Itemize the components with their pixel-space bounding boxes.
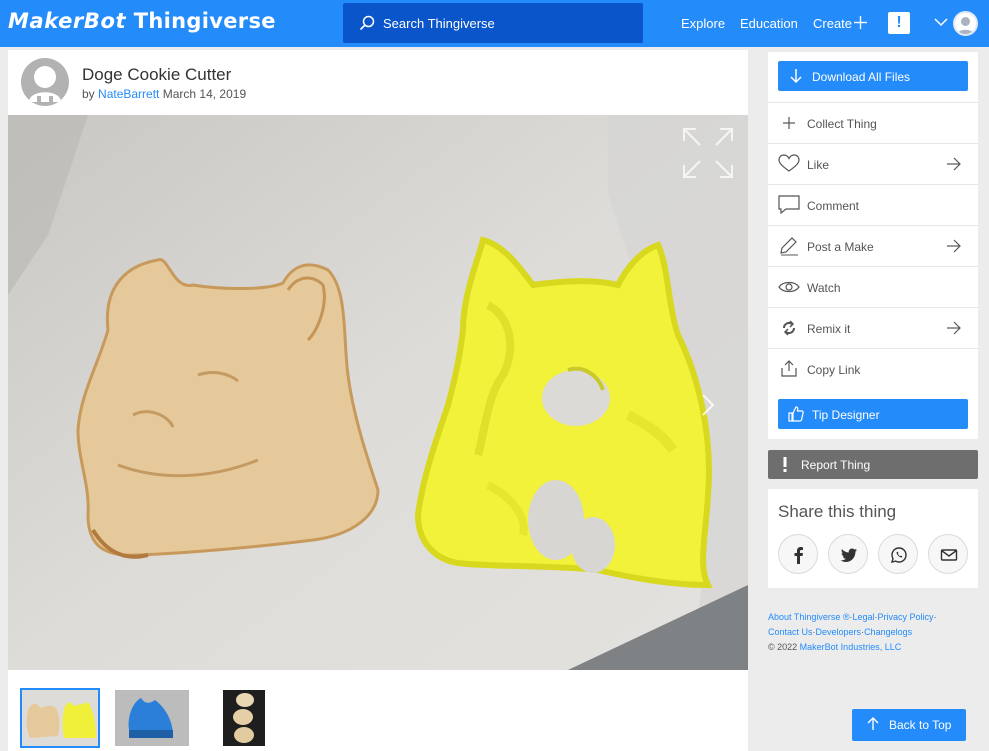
eye-icon (778, 281, 800, 293)
footer-developers-link[interactable]: Developers (816, 627, 862, 637)
thing-title: Doge Cookie Cutter (82, 65, 232, 84)
copy-link-button[interactable]: Copy Link (768, 348, 978, 389)
pencil-icon (780, 237, 798, 256)
footer-contact-link[interactable]: Contact Us (768, 627, 813, 637)
exclamation-icon (783, 457, 787, 472)
email-icon (940, 549, 958, 561)
tip-designer-button[interactable]: Tip Designer (778, 399, 968, 429)
share-panel: Share this thing (768, 489, 978, 588)
main-photo[interactable] (8, 115, 748, 670)
search-bar[interactable]: Search Thingiverse (343, 3, 643, 43)
facebook-icon (794, 547, 803, 564)
default-avatar-icon (29, 66, 61, 106)
search-placeholder: Search Thingiverse (383, 16, 495, 31)
user-avatar[interactable] (953, 11, 978, 36)
thumbnail-image (115, 690, 189, 746)
thumbnail-blue-cutter[interactable] (115, 690, 189, 746)
post-a-make-button[interactable]: Post a Make (768, 225, 978, 266)
thumbnail-image (223, 690, 265, 746)
share-whatsapp-button[interactable] (878, 534, 918, 574)
share-facebook-button[interactable] (778, 534, 818, 574)
share-email-button[interactable] (928, 534, 968, 574)
footer-legal-link[interactable]: Legal (853, 612, 875, 622)
thing-main-panel: Doge Cookie Cutter by NateBarrett March … (8, 50, 748, 751)
comment-button[interactable]: Comment (768, 184, 978, 225)
thumbnail-cookie-and-cutter[interactable] (20, 688, 100, 748)
watch-button[interactable]: Watch (768, 266, 978, 307)
nav-education[interactable]: Education (740, 16, 798, 31)
thing-header: Doge Cookie Cutter by NateBarrett March … (8, 50, 748, 115)
heart-icon (778, 154, 800, 172)
thumbnail-cookies-stack[interactable] (223, 690, 265, 746)
user-avatar-icon (957, 17, 974, 34)
remix-it-button[interactable]: Remix it (768, 307, 978, 348)
like-button[interactable]: Like (768, 143, 978, 184)
footer-company-link[interactable]: MakerBot Industries, LLC (800, 642, 902, 652)
share-twitter-button[interactable] (828, 534, 868, 574)
footer-links: About Thingiverse ®·Legal·Privacy Policy… (768, 612, 937, 652)
footer-copyright: © 2022 (768, 642, 798, 652)
report-thing-button[interactable]: Report Thing (768, 450, 978, 479)
download-arrow-icon (790, 69, 802, 84)
thing-actions-panel: Download All Files Collect Thing Like Co… (768, 52, 978, 439)
arrow-right-icon (947, 157, 961, 171)
download-all-files-button[interactable]: Download All Files (778, 61, 968, 91)
author-link[interactable]: NateBarrett (98, 87, 159, 101)
next-image-arrow-icon[interactable] (701, 393, 715, 417)
plus-icon[interactable] (853, 15, 868, 30)
nav-create[interactable]: Create (813, 16, 852, 31)
thumbs-up-icon (788, 406, 804, 422)
whatsapp-icon (890, 547, 907, 563)
author-avatar[interactable] (21, 58, 69, 106)
chevron-down-icon[interactable] (934, 17, 948, 27)
twitter-icon (840, 548, 857, 562)
fullscreen-expand-icon[interactable] (682, 127, 734, 179)
top-navbar: MakerBot Thingiverse Search Thingiverse … (0, 0, 989, 47)
cookie-photo-image (8, 115, 748, 670)
back-to-top-button[interactable]: Back to Top (852, 709, 966, 741)
footer-privacy-link[interactable]: Privacy Policy (878, 612, 934, 622)
share-title: Share this thing (778, 502, 897, 521)
remix-icon (783, 320, 795, 336)
arrow-up-icon (867, 717, 879, 730)
publish-date: March 14, 2019 (162, 87, 247, 101)
notification-alert-button[interactable]: ! (888, 12, 910, 34)
thumbnail-image (22, 690, 98, 746)
comment-bubble-icon (778, 195, 800, 215)
footer-about-link[interactable]: About Thingiverse ® (768, 612, 850, 622)
arrow-right-icon (947, 321, 961, 335)
nav-explore[interactable]: Explore (681, 16, 725, 31)
collect-thing-button[interactable]: Collect Thing (768, 102, 978, 143)
search-icon (359, 15, 375, 31)
thumbnail-strip (8, 670, 748, 751)
share-upload-icon (781, 360, 797, 377)
plus-icon (783, 117, 795, 129)
makerbot-thingiverse-logo[interactable]: MakerBot Thingiverse (8, 9, 276, 33)
arrow-right-icon (947, 239, 961, 253)
footer-changelogs-link[interactable]: Changelogs (864, 627, 912, 637)
thing-byline: by NateBarrett March 14, 2019 (82, 87, 247, 101)
